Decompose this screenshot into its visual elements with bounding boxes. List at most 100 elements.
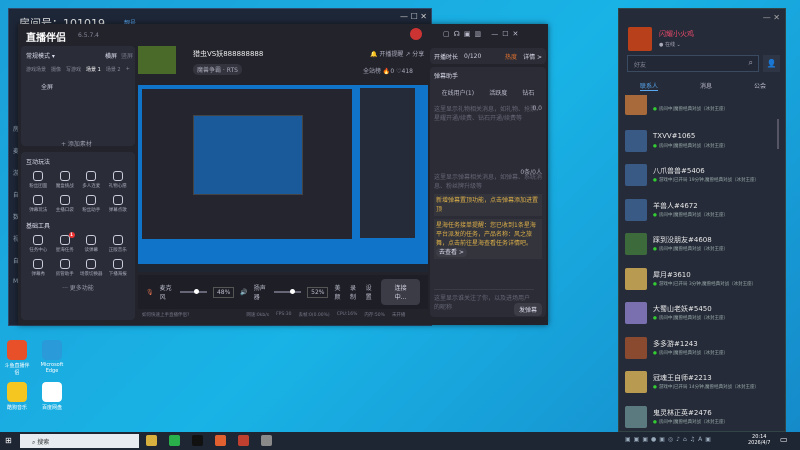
category-tag[interactable]: 魔兽争霸 · RTS (193, 64, 242, 75)
gift-hint: 这里显示礼物相关消息，如礼物、抢票、星耀开通/续费、钻石开通/续费等 (434, 106, 543, 122)
friend-item[interactable]: 多多游#1243 房间中|魔兽经典对战（冰封王座） (625, 336, 785, 367)
beauty-button[interactable]: 美颜 (334, 283, 344, 301)
tools-item[interactable]: 场景切换器 (78, 259, 105, 277)
assist-tab[interactable]: 在线用户(1) (442, 88, 475, 97)
stream-cover[interactable] (138, 46, 176, 74)
settings-button[interactable]: 设置 (366, 283, 376, 301)
interactive-item[interactable]: 粉丝团面 (25, 171, 52, 189)
clock[interactable]: 20:14 2026/4/7 (748, 434, 770, 446)
desktop-shortcut[interactable]: 酷狗音乐 (3, 382, 31, 411)
interactive-item[interactable]: 弹幕玩法 (25, 195, 52, 213)
windows-start-icon[interactable]: ⊞ (5, 436, 12, 445)
record-button[interactable]: 录制 (350, 283, 360, 301)
search-icon[interactable]: ⌕ (749, 58, 753, 68)
mic-percent[interactable]: 48% (212, 286, 235, 298)
window-controls[interactable]: ▢☊▣▥ —☐✕ (443, 30, 522, 38)
portrait-button[interactable]: 竖屏 (121, 51, 133, 60)
desktop-shortcut[interactable]: 百度网盘 (38, 382, 66, 411)
tools-item[interactable]: 任务中心 (25, 235, 52, 253)
speaker-percent[interactable]: 52% (307, 286, 329, 298)
cpu: CPU:16% (336, 312, 358, 317)
friend-avatar (625, 267, 647, 290)
avatar[interactable] (410, 28, 422, 40)
rank-badge[interactable]: 全站榜 (363, 68, 381, 75)
taskbar-app-icon[interactable] (146, 435, 157, 446)
view-task-button[interactable]: 去查看 > (436, 248, 467, 257)
friend-tab[interactable]: 联系人 (639, 81, 658, 91)
friend-avatar (625, 302, 647, 324)
tools-item[interactable]: 房管助手 (52, 259, 79, 277)
scene-tab[interactable]: + (126, 66, 130, 73)
detail-link[interactable]: 详情 > (523, 52, 542, 61)
speaker-slider[interactable] (274, 289, 302, 294)
scrollbar[interactable] (777, 119, 779, 149)
taskbar-app-icon[interactable] (192, 435, 203, 446)
friend-tabs: 联系人 消息 公会 (619, 81, 787, 91)
taskbar-app-icon[interactable] (169, 435, 180, 446)
friend-item[interactable]: 鬼灵林正英#2476 房间中|魔兽经典对战（冰封王座） (625, 405, 785, 432)
stream-title[interactable]: 猎虫VS妖888888888 (193, 49, 263, 59)
tools-item[interactable]: 下播海报 (105, 259, 132, 277)
taskbar-app-icon[interactable] (261, 435, 272, 446)
friend-item[interactable]: 八爪兽兽#5406 游戏中|已开局 19分钟,魔兽经典对战（冰封王座） (625, 164, 785, 194)
scene-tab[interactable]: 场景 2 (106, 66, 121, 73)
mode-select[interactable]: 常规模式 ▾ (26, 51, 55, 60)
more-features-button[interactable]: ··· 更多功能 (21, 283, 135, 292)
speaker-icon[interactable]: 🔊 (240, 289, 247, 296)
interactive-item[interactable]: 魔盒挑战 (52, 171, 79, 189)
add-source-button[interactable]: + 添加素材 (61, 139, 92, 148)
tool-icon (59, 171, 70, 181)
friend-item[interactable]: 犀月#3610 游戏中|已开局 3分钟,魔兽经典对战（冰封王座） (625, 267, 785, 298)
scene-tab[interactable]: 摄像 (51, 66, 61, 73)
taskbar-app-icon[interactable] (215, 435, 226, 446)
tool-icon (86, 171, 97, 181)
taskbar-search[interactable]: ⌕ 搜索 (20, 434, 139, 448)
room-window-controls[interactable]: — ☐ ✕ (400, 12, 427, 21)
user-status[interactable]: ● 在线 ⌄ (659, 41, 681, 48)
desktop-shortcut[interactable]: Microsoft Edge (38, 340, 66, 376)
scene-tab[interactable]: 写游戏 (66, 66, 81, 73)
interactive-item[interactable]: 礼物心愿 (105, 171, 132, 189)
assist-tab[interactable]: 钻石 (522, 88, 534, 97)
remind-button[interactable]: 🔔 开播提醒 ↗ 分享 (370, 49, 424, 58)
friend-item[interactable]: 大蜀山老妖#5450 房间中|魔兽经典对战（冰封王座） (625, 302, 785, 332)
friend-item[interactable]: 冠魂王自师#2213 游戏中|已开局 14分钟,魔兽经典对战（冰封王座） (625, 371, 785, 401)
assist-tab[interactable]: 活跃度 (489, 88, 507, 97)
tools-item[interactable]: 星海任务 1 (52, 232, 79, 253)
friend-tab[interactable]: 消息 (700, 81, 712, 91)
system-tray[interactable]: ▣▣▣●▣◎♪⌂♫A▣ (625, 436, 714, 443)
friend-search-input[interactable]: 好友 ⌕ (627, 55, 759, 72)
friend-item[interactable]: 房间中|魔兽经典对战（冰封王座） (625, 95, 785, 123)
friend-window-controls[interactable]: — ✕ (763, 13, 780, 22)
send-danmu-button[interactable]: 发弹幕 (513, 303, 542, 316)
friend-avatar (625, 233, 647, 255)
scene-tab[interactable]: 场景 1 (86, 66, 101, 73)
desktop-shortcut[interactable]: 斗鱼直播伴侣 (3, 340, 31, 376)
connect-button[interactable]: 连接中... (381, 279, 420, 305)
interactive-item[interactable]: 主播口袋 (52, 195, 79, 213)
interactive-item[interactable]: 多人连麦 (78, 171, 105, 189)
add-friend-button[interactable]: 👤 (763, 55, 780, 72)
mic-icon[interactable]: 🎙 (146, 289, 154, 296)
user-avatar[interactable] (628, 27, 652, 51)
app-version: 6.5.7.4 (78, 32, 99, 39)
interactive-grid: 粉丝团面 魔盒挑战 多人连麦 礼物心愿弹幕玩法 主播口袋 粉丝助手 弹幕点歌 (21, 171, 135, 213)
preview-taskbar (138, 264, 428, 272)
help-link[interactable]: 如何快速上手直播伴侣? (142, 312, 189, 318)
friend-item[interactable]: 踩到没朋友#4608 房间中|魔兽经典对战（冰封王座） (625, 233, 785, 263)
tools-item[interactable]: 读弹幕 (78, 235, 105, 253)
mic-slider[interactable] (179, 289, 207, 294)
tool-label: 下播海报 (108, 272, 127, 277)
interactive-item[interactable]: 粉丝助手 (78, 195, 105, 213)
source-fullscreen[interactable]: 全屏 (41, 82, 53, 91)
notification-icon[interactable]: ▭ (780, 435, 788, 444)
friend-item[interactable]: 羊兽人#4672 房间中|魔兽经典对战（冰封王座） (625, 198, 785, 229)
landscape-button[interactable]: 横屏 (105, 51, 117, 60)
tools-item[interactable]: 正版音乐 (105, 235, 132, 253)
tools-item[interactable]: 弹幕秀 (25, 259, 52, 277)
interactive-item[interactable]: 弹幕点歌 (105, 195, 132, 213)
friend-tab[interactable]: 公会 (754, 81, 766, 91)
taskbar-app-icon[interactable] (238, 435, 249, 446)
friend-item[interactable]: TXVV#1065 房间中|魔兽经典对战（冰封王座） (625, 129, 785, 160)
scene-tab[interactable]: 游戏场景 (26, 66, 46, 73)
